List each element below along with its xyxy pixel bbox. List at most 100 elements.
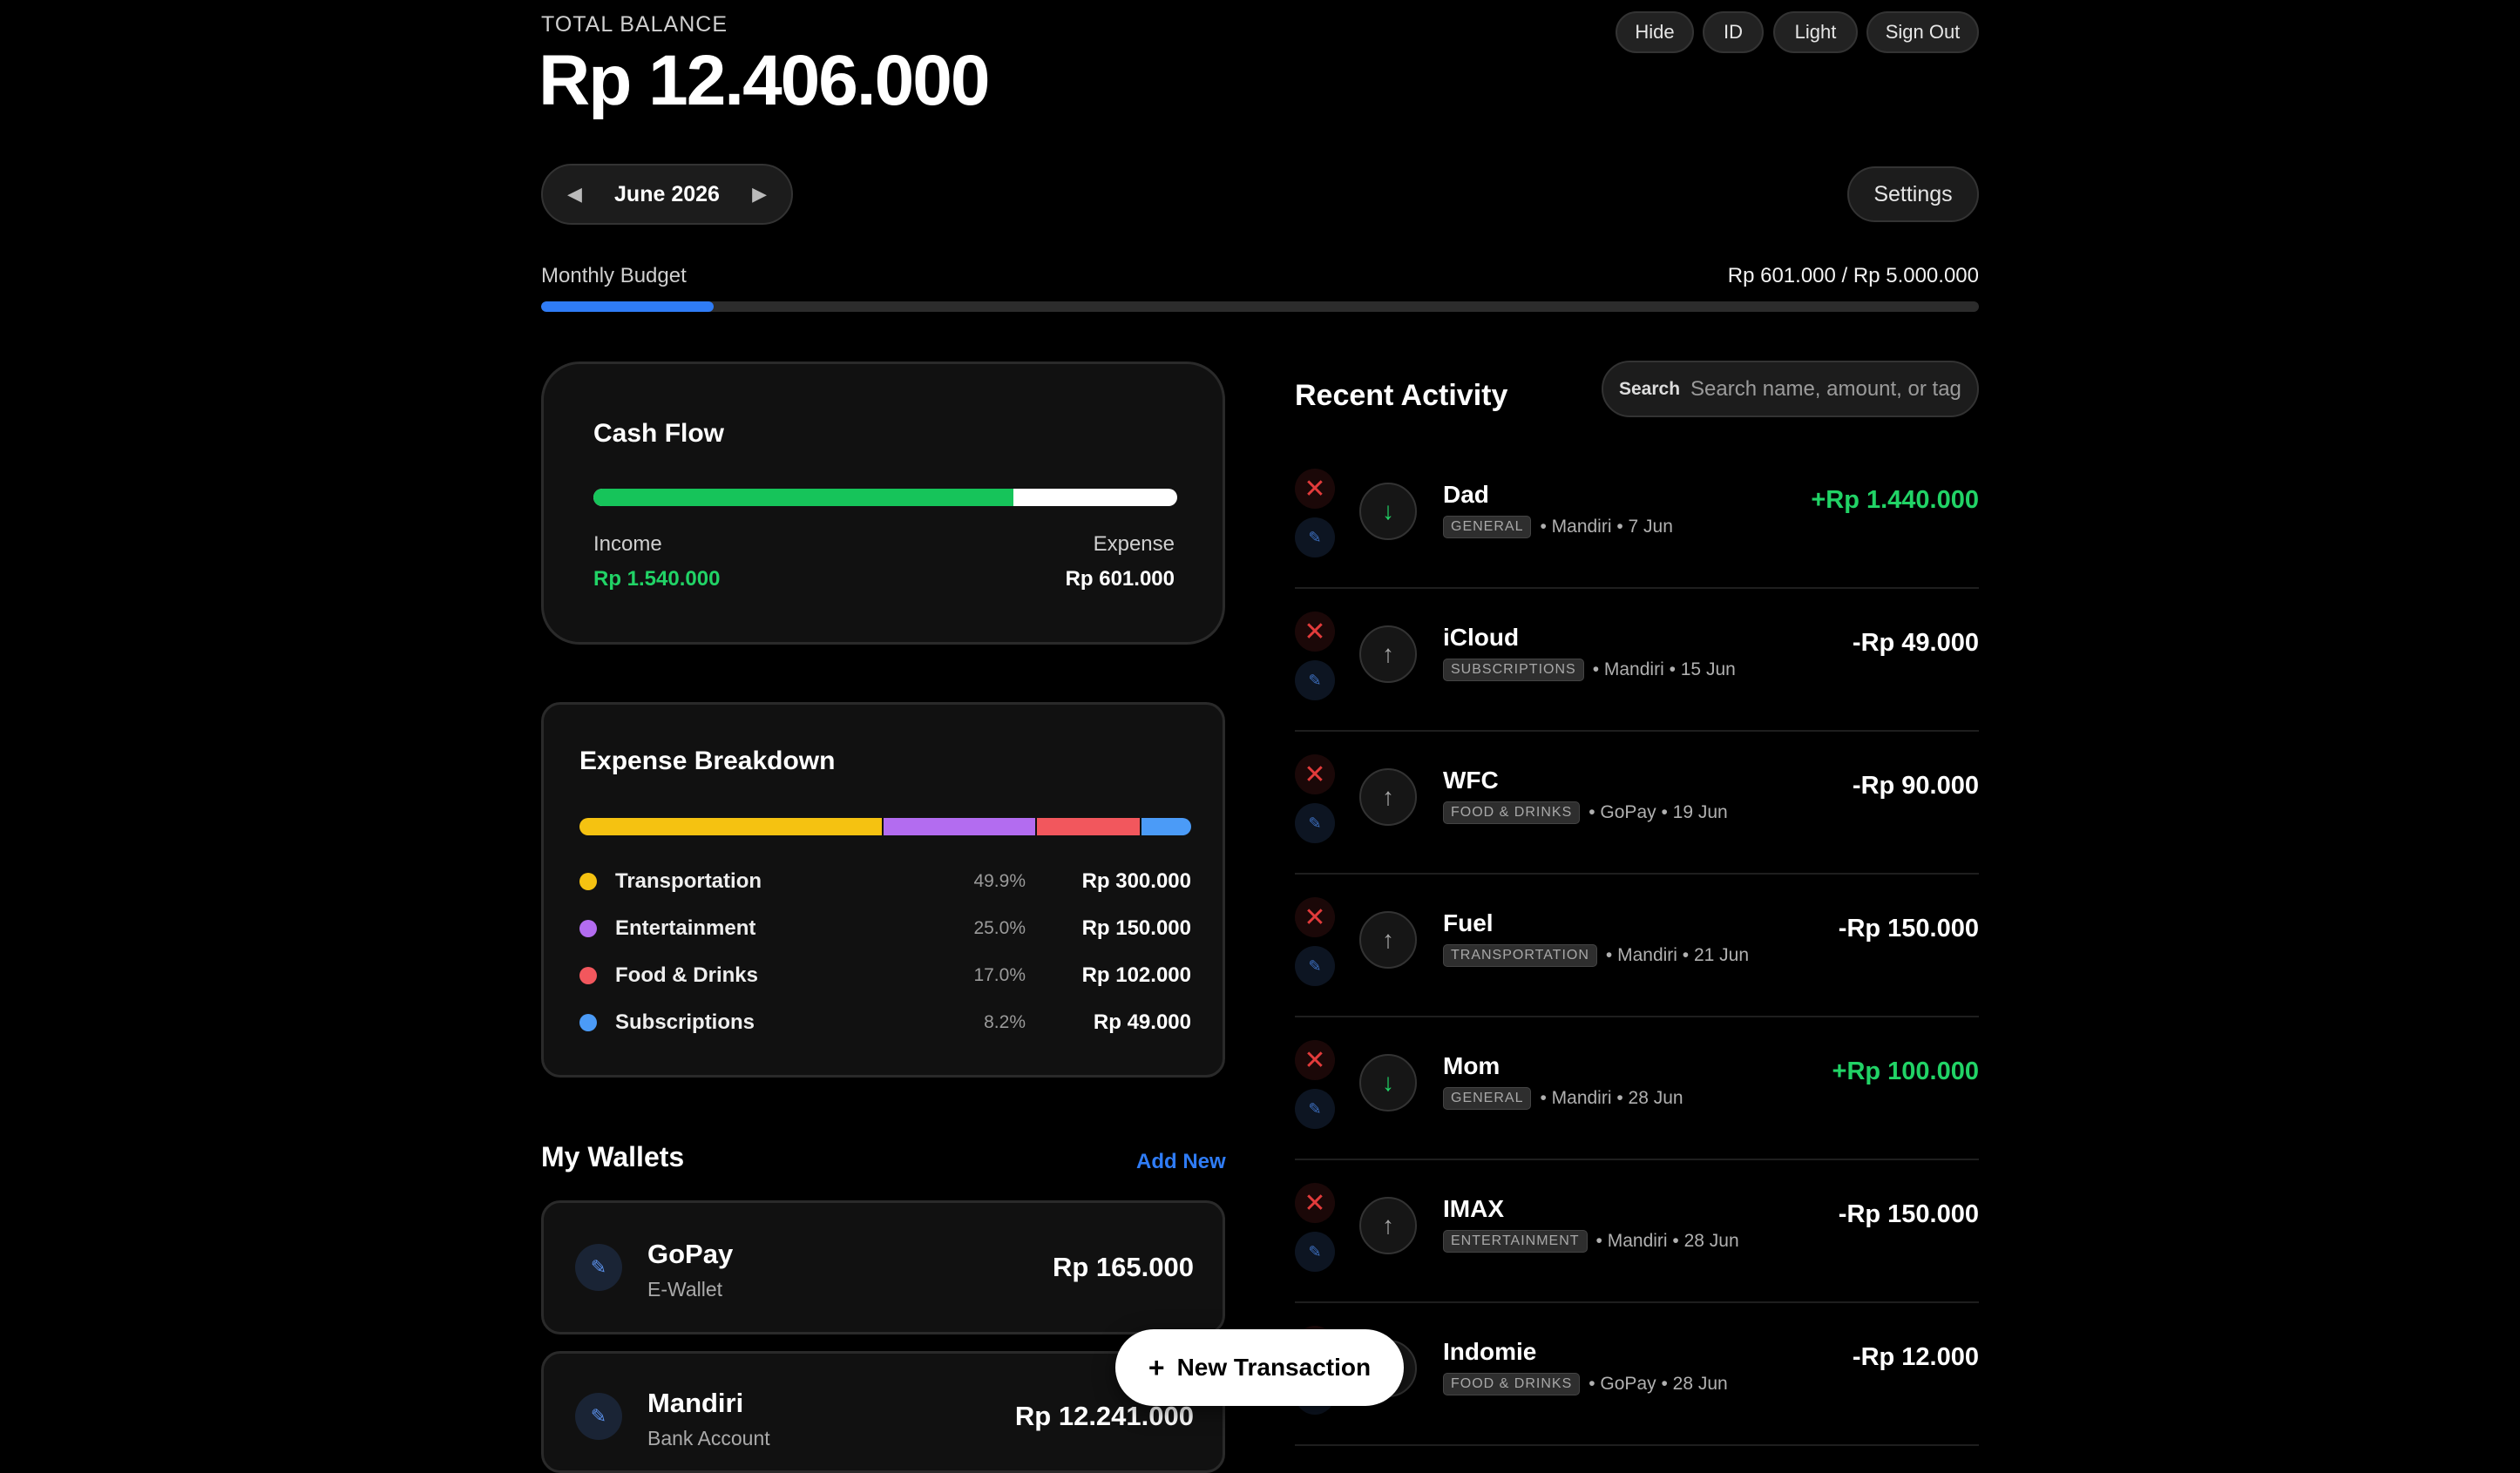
delete-transaction-icon[interactable]: ✕ [1295, 1183, 1335, 1223]
transaction-meta: GENERAL • Mandiri • 7 Jun [1443, 516, 1673, 538]
theme-toggle-button[interactable]: Light [1773, 11, 1858, 53]
edit-transaction-icon[interactable]: ✎ [1295, 517, 1335, 557]
category-tag: TRANSPORTATION [1443, 944, 1597, 967]
transaction-name: Fuel [1443, 909, 1494, 936]
transaction-row[interactable]: ✕ ✎ ↑ Fuel TRANSPORTATION • Mandiri • 21 Jun -… [1295, 875, 1979, 1017]
transaction-amount: -Rp 150.000 [1838, 915, 1979, 943]
expense-label: Expense [1093, 532, 1175, 556]
search-box: Search [1602, 361, 1979, 417]
search-label: Search [1619, 378, 1681, 399]
expense-bar-segment [579, 818, 882, 835]
add-wallet-link[interactable]: Add New [1136, 1150, 1226, 1174]
expense-breakdown-bar [579, 818, 1191, 835]
edit-transaction-icon[interactable]: ✎ [1295, 660, 1335, 700]
expense-bar-segment [881, 818, 1035, 835]
category-dot-icon [579, 920, 597, 937]
arrow-down-icon: ↓ [1359, 483, 1417, 540]
expense-row: Food & Drinks 17.0% Rp 102.000 [579, 958, 1191, 993]
expense-breakdown-title: Expense Breakdown [579, 747, 836, 775]
next-month-icon[interactable]: ▶ [752, 183, 767, 206]
transaction-details: • GoPay • 19 Jun [1589, 802, 1728, 822]
transaction-details: • Mandiri • 15 Jun [1592, 659, 1736, 679]
transaction-amount: -Rp 12.000 [1852, 1343, 1979, 1371]
expense-value: Rp 601.000 [1065, 567, 1175, 591]
cash-flow-title: Cash Flow [593, 419, 725, 448]
transaction-meta: FOOD & DRINKS • GoPay • 28 Jun [1443, 1373, 1728, 1395]
language-button[interactable]: ID [1703, 11, 1764, 53]
category-amount: Rp 102.000 [1081, 963, 1191, 987]
wallet-card-gopay[interactable]: ✎ GoPay E-Wallet Rp 165.000 [541, 1200, 1225, 1334]
transaction-amount: +Rp 100.000 [1832, 1057, 1979, 1085]
edit-transaction-icon[interactable]: ✎ [1295, 1232, 1335, 1272]
transaction-name: Indomie [1443, 1338, 1537, 1365]
new-transaction-label: New Transaction [1176, 1354, 1372, 1381]
transaction-details: • Mandiri • 28 Jun [1595, 1231, 1739, 1251]
transaction-name: IMAX [1443, 1195, 1504, 1222]
cash-flow-bar [593, 489, 1177, 506]
delete-transaction-icon[interactable]: ✕ [1295, 754, 1335, 794]
transaction-amount: -Rp 150.000 [1838, 1200, 1979, 1228]
transaction-meta: FOOD & DRINKS • GoPay • 19 Jun [1443, 801, 1728, 824]
transaction-row[interactable]: ✕ ✎ ↑ IMAX ENTERTAINMENT • Mandiri • 28 Jun -R… [1295, 1160, 1979, 1303]
edit-wallet-icon[interactable]: ✎ [575, 1244, 622, 1291]
transaction-row[interactable]: ✕ ✎ ↑ iCloud SUBSCRIPTIONS • Mandiri • 15 Jun… [1295, 589, 1979, 732]
transaction-row[interactable]: ✕ ✎ ↓ Mom GENERAL • Mandiri • 28 Jun +Rp 100.0… [1295, 1017, 1979, 1160]
wallets-title: My Wallets [541, 1141, 685, 1172]
wallet-name: GoPay [647, 1239, 734, 1269]
category-amount: Rp 49.000 [1093, 1010, 1191, 1034]
new-transaction-button[interactable]: + New Transaction [1115, 1329, 1404, 1406]
category-tag: SUBSCRIPTIONS [1443, 659, 1584, 681]
edit-transaction-icon[interactable]: ✎ [1295, 946, 1335, 986]
transaction-name: Dad [1443, 481, 1489, 508]
transaction-row[interactable]: ✕ ✎ ↓ Dad GENERAL • Mandiri • 7 Jun +Rp 1.440.… [1295, 446, 1979, 589]
transaction-name: Mom [1443, 1052, 1500, 1079]
category-dot-icon [579, 967, 597, 984]
income-value: Rp 1.540.000 [593, 567, 721, 591]
expense-breakdown-card: Expense Breakdown Transportation 49.9% Rp … [541, 702, 1225, 1078]
transaction-amount: +Rp 1.440.000 [1811, 486, 1979, 514]
recent-activity-title: Recent Activity [1295, 379, 1508, 412]
wallet-type: E-Wallet [647, 1278, 723, 1301]
category-amount: Rp 300.000 [1081, 869, 1191, 893]
transaction-row[interactable]: ✕ ✎ ↑ WFC FOOD & DRINKS • GoPay • 19 Jun -Rp 9… [1295, 732, 1979, 875]
category-dot-icon [579, 1014, 597, 1031]
cash-flow-income-fill [593, 489, 1013, 506]
arrow-up-icon: ↑ [1359, 1197, 1417, 1254]
search-input[interactable] [1689, 375, 1963, 402]
budget-progress-bar [541, 301, 1979, 312]
prev-month-icon[interactable]: ◀ [567, 183, 582, 206]
delete-transaction-icon[interactable]: ✕ [1295, 611, 1335, 652]
category-tag: GENERAL [1443, 516, 1532, 538]
wallet-balance: Rp 165.000 [1053, 1252, 1194, 1282]
delete-transaction-icon[interactable]: ✕ [1295, 469, 1335, 509]
category-name: Entertainment [615, 916, 756, 940]
cash-flow-card: Cash Flow Income Rp 1.540.000 Expense Rp… [541, 361, 1225, 645]
arrow-down-icon: ↓ [1359, 1054, 1417, 1112]
transaction-meta: SUBSCRIPTIONS • Mandiri • 15 Jun [1443, 659, 1736, 681]
transaction-details: • Mandiri • 28 Jun [1540, 1088, 1683, 1108]
edit-transaction-icon[interactable]: ✎ [1295, 1089, 1335, 1129]
transaction-name: iCloud [1443, 624, 1520, 651]
category-percent: 49.9% [973, 871, 1026, 891]
budget-label: Monthly Budget [541, 264, 687, 287]
budget-progress-fill [541, 301, 714, 312]
edit-wallet-icon[interactable]: ✎ [575, 1393, 622, 1440]
settings-button[interactable]: Settings [1847, 166, 1979, 222]
transaction-meta: TRANSPORTATION • Mandiri • 21 Jun [1443, 944, 1749, 967]
expense-bar-segment [1034, 818, 1140, 835]
expense-row: Subscriptions 8.2% Rp 49.000 [579, 1005, 1191, 1040]
category-percent: 8.2% [984, 1012, 1026, 1032]
arrow-up-icon: ↑ [1359, 911, 1417, 969]
total-balance-amount: Rp 12.406.000 [539, 41, 990, 120]
transaction-meta: GENERAL • Mandiri • 28 Jun [1443, 1087, 1683, 1110]
category-tag: GENERAL [1443, 1087, 1532, 1110]
expense-bar-segment [1139, 818, 1191, 835]
edit-transaction-icon[interactable]: ✎ [1295, 803, 1335, 843]
sign-out-button[interactable]: Sign Out [1866, 11, 1979, 53]
month-selector: ◀ June 2026 ▶ [541, 164, 793, 225]
income-label: Income [593, 532, 662, 556]
hide-button[interactable]: Hide [1616, 11, 1694, 53]
budget-value: Rp 601.000 / Rp 5.000.000 [1727, 264, 1979, 287]
delete-transaction-icon[interactable]: ✕ [1295, 897, 1335, 937]
delete-transaction-icon[interactable]: ✕ [1295, 1040, 1335, 1080]
